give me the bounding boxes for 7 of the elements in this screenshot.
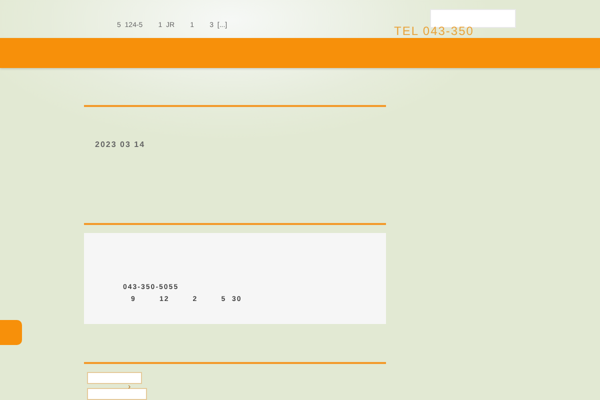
side-tab[interactable] [0,320,22,345]
input-field[interactable] [87,388,147,400]
phone-number: TEL 043-350 [394,25,474,38]
arrow-text: › [128,383,131,391]
post-date: 2023 03 14 [95,140,146,149]
search-field[interactable] [430,9,516,28]
input-field[interactable] [87,372,142,384]
